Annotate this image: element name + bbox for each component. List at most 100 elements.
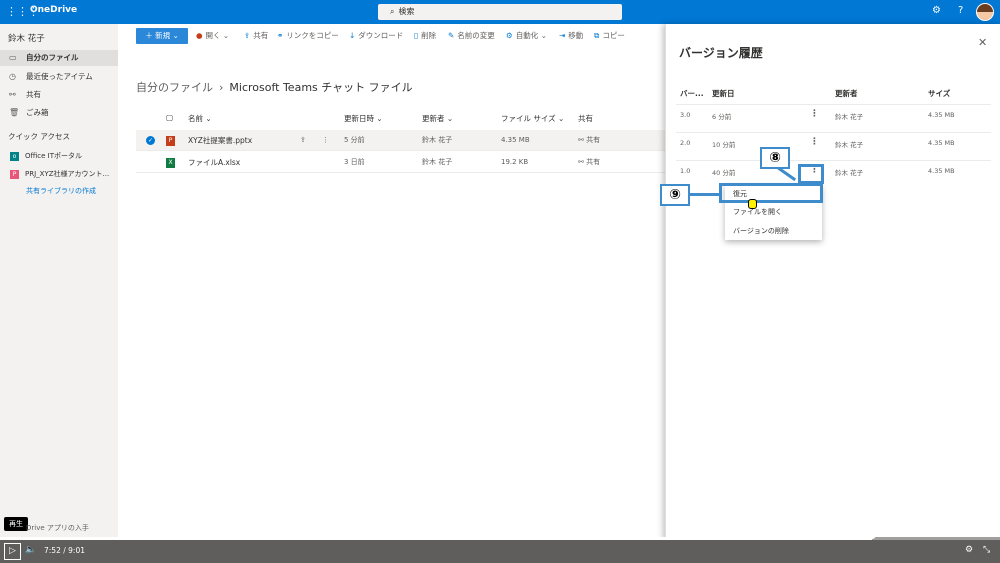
app-launcher-icon[interactable]: ⋮⋮⋮: [6, 4, 39, 20]
quick-access-title: クイック アクセス: [8, 132, 71, 141]
file-name[interactable]: XYZ社提案書.pptx: [188, 130, 252, 151]
version-row: 3.0 6 分前 ⋮ 鈴木 花子 4.35 MB: [676, 104, 991, 132]
file-type-icon: ▢: [166, 113, 174, 122]
file-sharing: ⚯ 共有: [578, 136, 601, 144]
more-options-icon[interactable]: ⋮: [810, 137, 819, 147]
brand-title[interactable]: OneDrive: [30, 5, 77, 15]
version-size: 4.35 MB: [928, 111, 955, 119]
quick-item-it-portal[interactable]: o Office ITポータル: [0, 148, 118, 164]
volume-icon[interactable]: 🔈: [25, 545, 36, 555]
help-icon[interactable]: ?: [958, 5, 963, 16]
column-size: サイズ: [928, 89, 951, 98]
progress-bar[interactable]: [0, 531, 1000, 540]
copy-link-button[interactable]: ⚭ リンクをコピー: [277, 30, 339, 41]
table-row[interactable]: ✓ P XYZ社提案書.pptx ⇪ ⋮ 5 分前 鈴木 花子 4.35 MB …: [136, 130, 665, 151]
user-name: 鈴木 花子: [8, 34, 45, 44]
settings-icon[interactable]: ⚙: [965, 545, 973, 555]
file-sharing: ⚯ 共有: [578, 158, 601, 166]
version-row: 2.0 10 分前 ⋮ 鈴木 花子 4.35 MB: [676, 132, 991, 160]
main-content: ＋ 新規 ⌄ ● 開く ⌄ ⇪ 共有 ⚭ リンクをコピー ↓ ダウンロード ▯ 削除 ✎ 名…: [118, 24, 665, 540]
version-modified: 6 分前: [712, 113, 732, 121]
play-button[interactable]: ▷: [4, 543, 21, 560]
menu-item-delete-version[interactable]: バージョンの削除: [725, 222, 822, 240]
get-app-link[interactable]: Drive アプリの入手: [26, 523, 89, 533]
version-modified: 10 分前: [712, 141, 736, 149]
share-label: 共有: [253, 31, 269, 40]
download-button[interactable]: ↓ ダウンロード: [349, 30, 403, 41]
clock-icon: ◷: [9, 72, 16, 81]
file-modified-by: 鈴木 花子: [422, 158, 453, 166]
pointer-cursor-icon: [748, 199, 757, 209]
sidebar-item-shared[interactable]: ⚯ 共有: [0, 87, 118, 103]
more-options-icon[interactable]: ⋮: [810, 109, 819, 119]
sidebar-item-recycle-bin[interactable]: 🗑 ごみ箱: [0, 105, 118, 121]
automate-icon: ⚙: [506, 31, 513, 40]
automate-button[interactable]: ⚙ 自動化 ⌄: [506, 30, 547, 41]
column-name-label: 名前: [188, 114, 203, 123]
checkmark-icon[interactable]: ✓: [146, 136, 155, 145]
menu-item-open-file[interactable]: ファイルを開く: [725, 203, 822, 221]
file-size: 19.2 KB: [501, 158, 529, 166]
column-modified: 更新日: [712, 89, 735, 98]
rename-button[interactable]: ✎ 名前の変更: [448, 30, 495, 41]
delete-label: 削除: [421, 31, 437, 40]
version-table-header: バー... 更新日 更新者 サイズ: [666, 84, 1000, 104]
quick-item-project[interactable]: P PRJ_XYZ社様アカウント...: [0, 166, 118, 182]
open-button[interactable]: ● 開く ⌄: [196, 30, 229, 41]
link-icon: ⚭: [277, 31, 284, 40]
share-icon: ⚯: [9, 90, 16, 99]
share-icon[interactable]: ⇪: [300, 130, 306, 151]
breadcrumb-current: Microsoft Teams チャット ファイル: [229, 81, 413, 94]
folder-icon: ▭: [9, 53, 17, 62]
trash-icon: ▯: [414, 31, 419, 40]
share-button[interactable]: ⇪ 共有: [244, 30, 268, 41]
column-modified-by: 更新者: [835, 89, 858, 98]
callout-restore: [719, 183, 823, 203]
duration: 9:01: [68, 546, 85, 555]
file-name[interactable]: ファイルA.xlsx: [188, 152, 240, 173]
move-button[interactable]: ⇥ 移動: [559, 30, 583, 41]
callout-connector: [690, 193, 720, 196]
progress-knob[interactable]: [868, 531, 876, 539]
breadcrumb: 自分のファイル › Microsoft Teams チャット ファイル: [136, 79, 413, 95]
site-icon: o: [10, 152, 19, 161]
powerpoint-file-icon: P: [166, 136, 175, 146]
site-icon: P: [10, 170, 19, 179]
version-modified-by: 鈴木 花子: [835, 169, 864, 177]
table-row[interactable]: X ファイルA.xlsx 3 日前 鈴木 花子 19.2 KB ⚯ 共有: [136, 152, 665, 173]
avatar[interactable]: [976, 3, 994, 21]
close-icon[interactable]: ✕: [978, 36, 987, 49]
more-options-icon[interactable]: ⋮: [322, 130, 329, 151]
copy-link-label: リンクをコピー: [286, 31, 339, 40]
sidebar-item-my-files[interactable]: ▭ 自分のファイル: [0, 50, 118, 66]
version-modified-by: 鈴木 花子: [835, 113, 864, 121]
file-sharing-label: 共有: [586, 136, 601, 144]
create-library-link[interactable]: 共有ライブラリの作成: [26, 186, 96, 196]
file-size: 4.35 MB: [501, 136, 530, 144]
search-placeholder: 検索: [398, 7, 415, 16]
version-number: 2.0: [680, 139, 691, 147]
new-button[interactable]: ＋ 新規 ⌄: [136, 28, 188, 44]
search-box[interactable]: ⌕ 検索: [378, 4, 622, 20]
progress-fill: [0, 537, 872, 540]
exit-fullscreen-icon[interactable]: ⤡: [983, 545, 990, 555]
copy-button[interactable]: ⧉ コピー: [594, 30, 625, 41]
sidebar-item-label: ごみ箱: [26, 108, 49, 117]
rename-icon: ✎: [448, 31, 455, 40]
sidebar-item-label: 共有: [26, 90, 41, 99]
delete-button[interactable]: ▯ 削除: [414, 30, 436, 41]
column-name[interactable]: 名前 ⌄: [188, 113, 212, 124]
panel-title: バージョン履歴: [679, 46, 763, 60]
breadcrumb-root[interactable]: 自分のファイル: [136, 81, 213, 94]
column-modified[interactable]: 更新日時 ⌄: [344, 113, 383, 124]
powerpoint-icon: ●: [196, 31, 203, 40]
version-modified: 40 分前: [712, 169, 736, 177]
column-sharing[interactable]: 共有: [578, 113, 593, 124]
sidebar-item-recent[interactable]: ◷ 最近使ったアイテム: [0, 69, 118, 85]
download-label: ダウンロード: [358, 31, 404, 40]
column-size[interactable]: ファイル サイズ ⌄: [501, 113, 564, 124]
settings-icon[interactable]: ⚙: [932, 5, 941, 16]
excel-file-icon: X: [166, 158, 175, 168]
column-modified-by[interactable]: 更新者 ⌄: [422, 113, 453, 124]
download-icon: ↓: [349, 31, 356, 40]
